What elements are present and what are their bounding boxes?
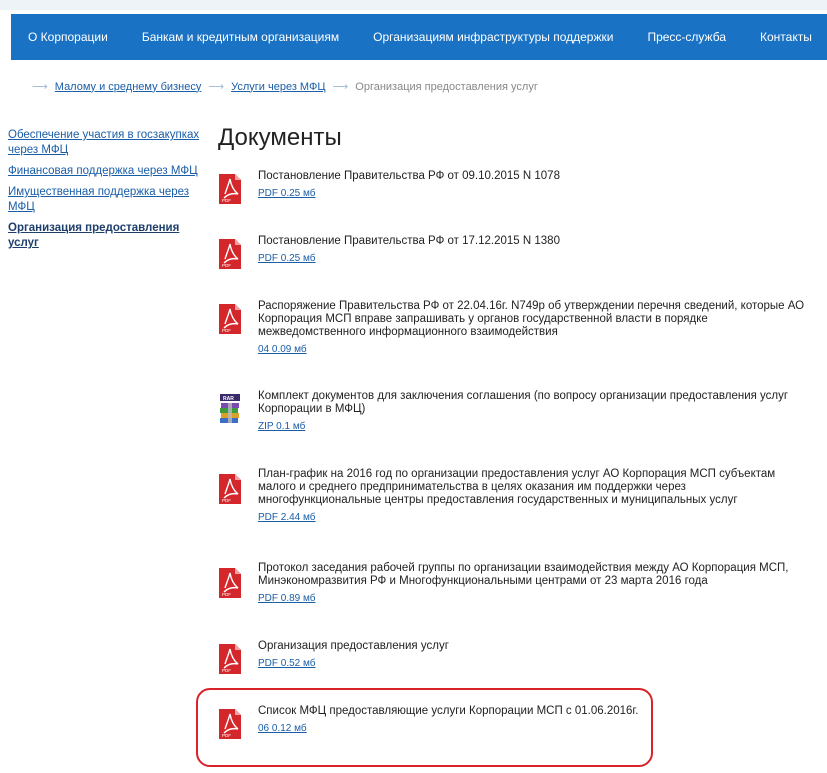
breadcrumb-arrow-icon: ⟶ (32, 81, 48, 93)
document-title: Распоряжение Правительства РФ от 22.04.1… (258, 300, 805, 338)
document-item: PDF План-график на 2016 год по организац… (217, 468, 807, 525)
document-download-link[interactable]: ZIP 0.1 мб (258, 421, 305, 432)
document-title: Протокол заседания рабочей группы по орг… (258, 562, 789, 587)
document-title: Постановление Правительства РФ от 09.10.… (258, 170, 560, 182)
document-item: PDF Организация предоставления услуг PDF… (217, 640, 807, 674)
nav-item-infrastructure[interactable]: Организациям инфраструктуры поддержки (356, 26, 630, 48)
svg-text:RAR: RAR (223, 396, 234, 402)
svg-text:PDF: PDF (222, 668, 231, 673)
document-download-link[interactable]: PDF 2.44 мб (258, 512, 316, 523)
pdf-icon[interactable]: PDF (217, 474, 243, 504)
highlight-annotation (196, 688, 653, 767)
document-item: PDF Постановление Правительства РФ от 09… (217, 170, 807, 204)
pdf-icon[interactable]: PDF (217, 239, 243, 269)
document-download-link[interactable]: PDF 0.25 мб (258, 188, 316, 199)
breadcrumb-arrow-icon: ⟶ (332, 81, 349, 93)
nav-item-about[interactable]: О Корпорации (11, 26, 125, 48)
breadcrumb-link-small-business[interactable]: Малому и среднему бизнесу (55, 81, 202, 93)
main-nav: О Корпорации Банкам и кредитным организа… (11, 14, 827, 60)
sidebar-item-financial-support[interactable]: Финансовая поддержка через МФЦ (8, 164, 204, 179)
document-title: План-график на 2016 год по организации п… (258, 468, 776, 506)
sidebar-item-property-support[interactable]: Имущественная поддержка через МФЦ (8, 185, 204, 215)
document-item: PDF Распоряжение Правительства РФ от 22.… (217, 300, 807, 357)
page-title: Документы (218, 124, 342, 151)
breadcrumb: ⟶ Малому и среднему бизнесу ⟶ Услуги чер… (32, 80, 538, 94)
nav-item-press[interactable]: Пресс-служба (630, 26, 743, 48)
document-title: Постановление Правительства РФ от 17.12.… (258, 235, 560, 247)
document-download-link[interactable]: PDF 0.89 мб (258, 593, 316, 604)
svg-text:PDF: PDF (222, 263, 231, 268)
document-download-link[interactable]: PDF 0.25 мб (258, 253, 316, 264)
top-strip (0, 0, 827, 10)
sidebar-item-procurement[interactable]: Обеспечение участия в госзакупках через … (8, 128, 204, 158)
document-title: Комплект документов для заключения согла… (258, 390, 789, 415)
svg-text:PDF: PDF (222, 498, 231, 503)
document-download-link[interactable]: 04 0.09 мб (258, 344, 307, 355)
svg-text:PDF: PDF (222, 592, 231, 597)
breadcrumb-arrow-icon: ⟶ (208, 81, 225, 93)
pdf-icon[interactable]: PDF (217, 174, 243, 204)
pdf-icon[interactable]: PDF (217, 644, 243, 674)
nav-item-banks[interactable]: Банкам и кредитным организациям (125, 26, 356, 48)
svg-text:PDF: PDF (222, 328, 231, 333)
sidebar-item-service-organization[interactable]: Организация предоставления услуг (8, 221, 204, 251)
pdf-icon[interactable]: PDF (217, 304, 243, 334)
rar-archive-icon[interactable]: RAR (217, 394, 243, 424)
document-item: PDF Постановление Правительства РФ от 17… (217, 235, 807, 269)
document-download-link[interactable]: PDF 0.52 мб (258, 658, 316, 669)
breadcrumb-link-mfc-services[interactable]: Услуги через МФЦ (231, 81, 325, 93)
pdf-icon[interactable]: PDF (217, 568, 243, 598)
document-title: Организация предоставления услуг (258, 640, 449, 652)
sidebar: Обеспечение участия в госзакупках через … (8, 128, 204, 257)
breadcrumb-current: Организация предоставления услуг (355, 80, 538, 93)
document-item: RAR Комплект документов для заключения с… (217, 390, 807, 434)
svg-text:PDF: PDF (222, 198, 231, 203)
document-item: PDF Протокол заседания рабочей группы по… (217, 562, 807, 606)
nav-item-contacts[interactable]: Контакты (743, 26, 827, 48)
